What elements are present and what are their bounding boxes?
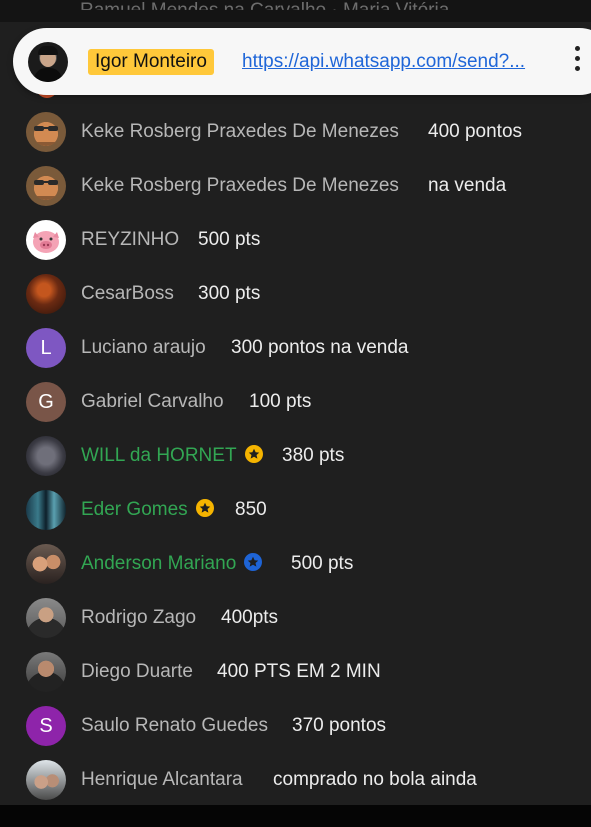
avatar [26,652,66,692]
contact-name-text: Eder Gomes [81,499,188,520]
list-item[interactable]: L Luciano araujo 300 pontos na venda [0,321,591,375]
message-text: 850 [235,499,267,520]
message-text: 380 pts [282,445,345,466]
list-item[interactable]: S Saulo Renato Guedes 370 pontos [0,699,591,753]
avatar [26,598,66,638]
contact-name-text: Anderson Mariano [81,553,237,574]
list-item[interactable]: WILL da HORNET 380 pts [0,429,591,483]
contact-name: Diego Duarte [81,661,193,682]
avatar [26,544,66,584]
list-item[interactable]: Keke Rosberg Praxedes De Menezes 400 pon… [0,105,591,159]
more-options-icon[interactable] [570,46,584,78]
contact-name: Gabriel Carvalho [81,391,224,412]
list-item[interactable]: G Gabriel Carvalho 100 pts [0,375,591,429]
list-item[interactable]: Henrique Alcantara comprado no bola aind… [0,753,591,807]
scrolled-text: Ramuel Mendes na Carvalho · Maria Vitóri… [80,0,450,21]
message-text: 300 pts [198,283,261,304]
contact-name: Keke Rosberg Praxedes De Menezes [81,175,399,196]
avatar [26,436,66,476]
gold-star-icon [195,499,214,517]
status-strip: Ramuel Mendes na Carvalho · Maria Vitóri… [0,0,591,22]
sender-avatar[interactable] [28,42,68,82]
contact-name: CesarBoss [81,283,174,304]
gold-star-icon [244,445,263,463]
contact-name: WILL da HORNET [81,444,263,468]
avatar-letter: S [26,706,66,746]
whatsapp-link[interactable]: https://api.whatsapp.com/send?... [242,50,556,74]
message-text: 500 pts [291,553,354,574]
avatar [26,112,66,152]
list-item[interactable]: REYZINHO 500 pts [0,213,591,267]
contact-name: Anderson Mariano [81,552,263,576]
blue-star-icon [244,553,263,571]
avatar [26,166,66,206]
contact-name-text: WILL da HORNET [81,445,237,466]
contact-name: Saulo Renato Guedes [81,715,268,736]
message-text: 370 pontos [292,715,387,736]
message-text: na venda [428,175,507,196]
contact-name: REYZINHO [81,229,180,250]
contact-name: Eder Gomes [81,498,214,522]
list-item[interactable]: Eder Gomes 850 [0,483,591,537]
message-text: comprado no bola ainda [273,769,477,790]
avatar-letter: G [26,382,66,422]
list-item[interactable]: Diego Duarte 400 PTS EM 2 MIN [0,645,591,699]
message-text: 400 PTS EM 2 MIN [217,661,381,682]
avatar-letter: L [26,328,66,368]
contact-name: Luciano araujo [81,337,206,358]
sender-name[interactable]: Igor Monteiro [88,49,214,75]
message-text: 100 pts [249,391,312,412]
contact-name: Rodrigo Zago [81,607,197,628]
bottom-edge [0,805,591,827]
message-text: 500 pts [198,229,261,250]
avatar [26,274,66,314]
message-text: 400 pontos [428,121,523,142]
contact-name: Henrique Alcantara [81,769,243,790]
message-text: 300 pontos na venda [231,337,409,358]
list-item[interactable]: Rodrigo Zago 400pts [0,591,591,645]
avatar [26,490,66,530]
list-item[interactable]: Anderson Mariano 500 pts [0,537,591,591]
message-text: 400pts [221,607,279,628]
pig-icon [26,220,66,260]
list-item[interactable]: CesarBoss 300 pts [0,267,591,321]
avatar [26,760,66,800]
contact-name: Keke Rosberg Praxedes De Menezes [81,121,399,142]
list-item[interactable]: Keke Rosberg Praxedes De Menezes na vend… [0,159,591,213]
